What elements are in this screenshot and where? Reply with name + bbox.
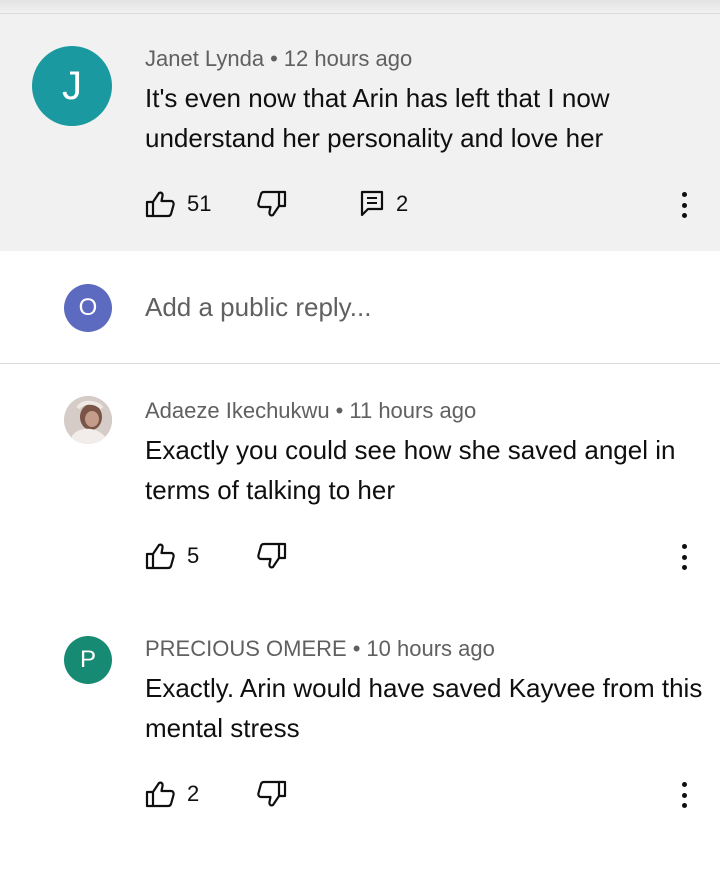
top-edge	[0, 0, 720, 14]
comment-meta: Adaeze Ikechukwu • 11 hours ago	[145, 398, 476, 424]
like-count: 5	[187, 543, 200, 568]
avatar-janet[interactable]: J	[32, 46, 112, 126]
dislike-button[interactable]	[257, 780, 287, 808]
comment-meta: PRECIOUS OMERE • 10 hours ago	[145, 636, 495, 662]
profile-photo	[64, 396, 112, 444]
timestamp[interactable]: 11 hours ago	[349, 398, 476, 423]
more-options-button[interactable]	[674, 780, 694, 810]
comment-text: It's even now that Arin has left that I …	[145, 83, 610, 153]
comment-text: Exactly you could see how she saved ange…	[145, 435, 676, 505]
like-button[interactable]: 5	[145, 542, 199, 570]
like-count: 51	[187, 191, 212, 216]
thumbs-up-icon	[145, 191, 175, 218]
author-name[interactable]: Adaeze Ikechukwu	[145, 398, 330, 423]
timestamp[interactable]: 10 hours ago	[366, 636, 494, 661]
author-name[interactable]: PRECIOUS OMERE	[145, 636, 347, 661]
separator: •	[270, 46, 278, 71]
reply-button[interactable]: 2	[360, 190, 408, 218]
more-vert-icon	[681, 192, 687, 197]
dislike-button[interactable]	[257, 542, 287, 570]
current-user-avatar: O	[64, 284, 112, 332]
reply-count: 2	[396, 191, 409, 216]
avatar-letter: J	[62, 63, 82, 108]
thumbs-down-icon	[257, 780, 287, 807]
avatar-precious[interactable]: P	[64, 636, 112, 684]
avatar-adaeze[interactable]	[64, 396, 112, 444]
divider	[0, 363, 720, 364]
avatar-letter: O	[78, 294, 98, 321]
thumbs-up-icon	[145, 543, 175, 570]
separator: •	[352, 636, 361, 661]
more-vert-icon	[681, 782, 687, 787]
thumbs-down-icon	[257, 190, 287, 217]
separator: •	[335, 398, 344, 423]
timestamp[interactable]: 12 hours ago	[284, 46, 412, 71]
author-name[interactable]: Janet Lynda	[145, 46, 264, 71]
like-button[interactable]: 51	[145, 190, 211, 218]
more-options-button[interactable]	[674, 542, 694, 572]
reply-input[interactable]: Add a public reply...	[145, 292, 371, 323]
like-button[interactable]: 2	[145, 780, 199, 808]
avatar-letter: P	[79, 646, 96, 673]
thumbs-up-icon	[145, 781, 175, 808]
comment-text: Exactly. Arin would have saved Kayvee fr…	[145, 673, 703, 743]
more-vert-icon	[681, 544, 687, 549]
dislike-button[interactable]	[257, 190, 287, 218]
more-options-button[interactable]	[674, 190, 694, 220]
like-count: 2	[187, 781, 200, 806]
comment-meta: Janet Lynda • 12 hours ago	[145, 46, 412, 72]
thumbs-down-icon	[257, 542, 287, 569]
comment-icon	[360, 190, 384, 217]
